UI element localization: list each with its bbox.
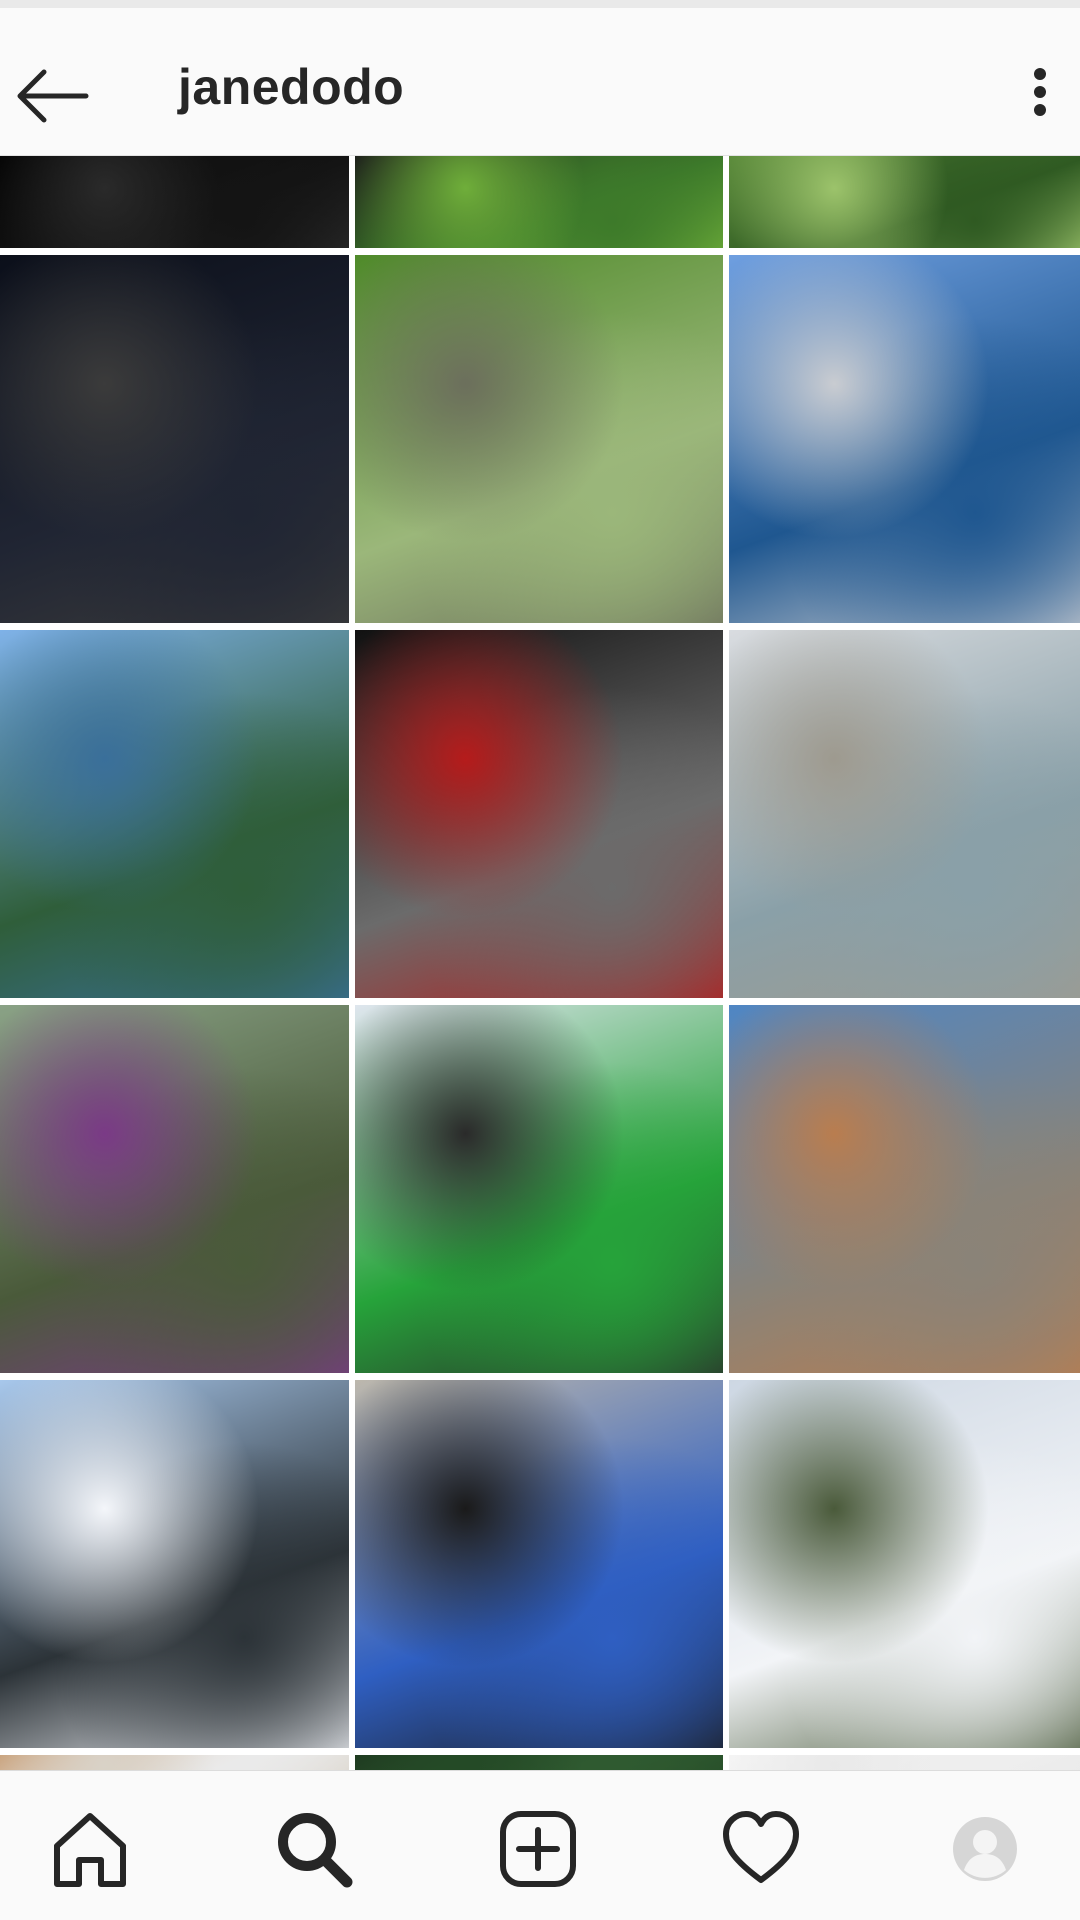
- status-bar: [0, 0, 1080, 8]
- post-graduation-night[interactable]: [0, 255, 349, 623]
- profile-avatar-icon: [953, 1817, 1017, 1881]
- post-partial-3[interactable]: [729, 1755, 1080, 1770]
- post-blue-team-photo[interactable]: [355, 1380, 723, 1748]
- post-partial-1[interactable]: [0, 1755, 349, 1770]
- post-mountain-summit[interactable]: [729, 1005, 1080, 1373]
- post-winter-smile[interactable]: [0, 1005, 349, 1373]
- back-button[interactable]: [14, 48, 94, 138]
- nav-profile-button[interactable]: [935, 1799, 1035, 1899]
- post-lake-dock[interactable]: [729, 255, 1080, 623]
- post-ski-group[interactable]: [0, 1380, 349, 1748]
- heart-icon: [723, 1811, 799, 1883]
- arrow-left-icon: [17, 69, 89, 123]
- post-dock-sitting[interactable]: [729, 630, 1080, 998]
- post-pine-branches-partial[interactable]: [729, 156, 1080, 248]
- nav-search-button[interactable]: [264, 1799, 364, 1899]
- profile-username: janedodo: [178, 59, 405, 115]
- home-icon: [54, 1813, 126, 1887]
- post-partial-2[interactable]: [355, 1755, 723, 1770]
- nav-activity-button[interactable]: [711, 1799, 811, 1899]
- nav-home-button[interactable]: [40, 1799, 140, 1899]
- bottom-navigation: [0, 1770, 1080, 1920]
- posts-grid: [0, 156, 1080, 1770]
- post-dog-red-jacket[interactable]: [355, 630, 723, 998]
- more-vertical-icon: [1034, 68, 1046, 116]
- add-post-icon: [500, 1811, 576, 1887]
- post-snow-dog[interactable]: [729, 1380, 1080, 1748]
- post-vikes-team[interactable]: [355, 1005, 723, 1373]
- nav-new-post-button[interactable]: [488, 1799, 588, 1899]
- post-black-dog-grass-partial[interactable]: [355, 156, 723, 248]
- top-bar: janedodo: [0, 8, 1080, 156]
- more-options-button[interactable]: [1010, 48, 1070, 138]
- post-forest-creek-hiker[interactable]: [355, 255, 723, 623]
- post-lakeshore-rocks[interactable]: [0, 630, 349, 998]
- search-icon: [278, 1813, 353, 1888]
- post-night-street-partial[interactable]: [0, 156, 349, 248]
